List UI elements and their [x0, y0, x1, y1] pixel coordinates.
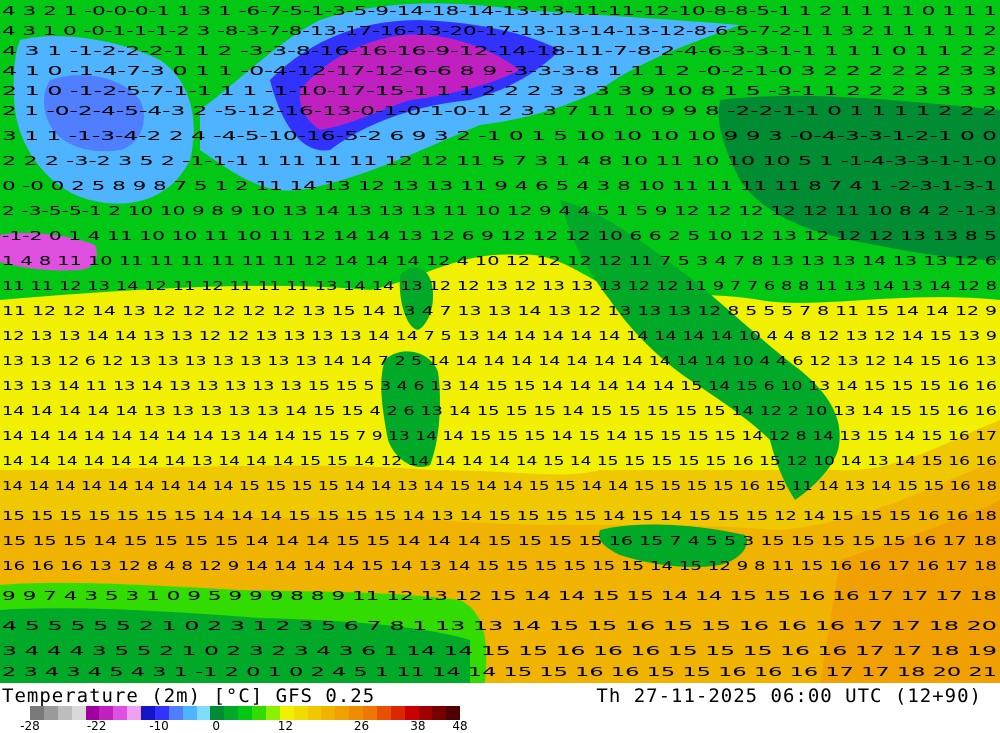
color-swatch — [30, 706, 44, 720]
color-swatch — [265, 706, 280, 720]
value-row: 4 3 1 0 -0-1-1-1-2 3 -8-3-7-8-13-17-16-1… — [2, 24, 997, 38]
scale-label: 48 — [452, 719, 468, 733]
color-swatch — [224, 706, 239, 720]
color-swatch — [127, 706, 141, 720]
value-row: 13 13 12 6 12 13 13 13 13 13 13 13 14 14… — [2, 354, 997, 368]
value-row: 4 1 0 -1-4-7-3 0 1 1 -0-4-12-17-12-6-6 8… — [2, 64, 997, 78]
footer: Temperature (2m) [°C] GFS 0.25 Th 27-11-… — [0, 683, 1000, 733]
forecast-datetime: Th 27-11-2025 06:00 UTC (12+90) — [596, 685, 982, 707]
map-title: Temperature (2m) [°C] GFS 0.25 — [2, 685, 376, 707]
value-row: 3 1 1 -1-3-4-2 2 4 -4-5-10-16-5-2 6 9 3 … — [2, 129, 997, 143]
value-row: 14 14 14 14 14 13 13 13 13 13 14 15 15 4… — [2, 404, 997, 418]
value-row: 0 -0 0 2 5 8 9 8 7 5 1 2 11 14 13 12 13 … — [2, 179, 997, 193]
scale-label: 12 — [277, 719, 294, 733]
value-row: 2 1 0 -1-2-5-7-1-1 1 1 -1-10-17-15-1 1 1… — [2, 84, 997, 98]
color-swatch — [363, 706, 377, 720]
color-swatch — [279, 706, 294, 720]
value-row: 4 5 5 5 5 5 2 1 0 2 3 1 2 3 5 6 7 8 1 13… — [2, 619, 997, 633]
color-swatch — [293, 706, 308, 720]
value-row: 2 3 4 3 4 5 4 3 1 -1 2 0 1 0 2 4 5 1 11 … — [2, 665, 997, 679]
color-swatch — [335, 706, 350, 720]
color-swatch — [321, 706, 336, 720]
temperature-map: 4 3 2 1 -0-0-0-1 1 3 1 -6-7-5-1-3-5-9-14… — [0, 0, 1000, 683]
color-swatch — [71, 706, 86, 720]
color-swatch — [432, 706, 447, 720]
color-swatch — [57, 706, 72, 720]
color-swatch — [252, 706, 266, 720]
color-swatch — [418, 706, 433, 720]
color-scale-labels: -28 -22 -10 0 12 26 38 48 — [0, 719, 1000, 733]
scale-label: 0 — [212, 719, 221, 733]
color-scale — [30, 706, 461, 720]
value-row: 2 1 -0-2-4-5-4-3 2 -5-12-16-13-0-1-0-1-0… — [2, 104, 997, 118]
scale-label: 38 — [410, 719, 426, 733]
scale-label: -22 — [86, 719, 107, 733]
color-swatch — [210, 706, 225, 720]
value-row: 13 13 14 11 13 14 13 13 13 13 13 15 15 5… — [2, 379, 997, 393]
scale-label: 26 — [353, 719, 370, 733]
scale-label: -10 — [149, 719, 169, 733]
color-swatch — [349, 706, 363, 720]
value-row: 14 14 14 14 14 14 14 14 14 15 15 15 15 1… — [2, 479, 997, 493]
color-swatch — [390, 706, 405, 720]
value-row: 15 15 15 14 15 15 15 15 14 14 14 15 15 1… — [2, 534, 997, 548]
value-row: -1-2 0 1 4 11 10 10 11 10 11 12 14 14 13… — [2, 229, 997, 243]
color-swatch — [182, 706, 197, 720]
color-swatch — [196, 706, 211, 720]
color-swatch — [113, 706, 128, 720]
color-swatch — [154, 706, 169, 720]
value-row: 4 3 2 1 -0-0-0-1 1 3 1 -6-7-5-1-3-5-9-14… — [2, 4, 997, 18]
value-row: 2 2 2 -3-2 3 5 2 -1-1-1 1 11 11 11 12 12… — [2, 154, 997, 168]
value-row: 15 15 15 15 15 15 15 14 14 14 15 15 15 1… — [2, 509, 997, 523]
value-row: 3 4 4 4 3 5 5 2 1 0 2 3 2 3 4 3 6 1 14 1… — [2, 644, 997, 658]
color-swatch — [168, 706, 183, 720]
color-swatch — [141, 706, 155, 720]
value-row: 9 9 7 4 3 5 3 1 0 9 5 9 9 9 8 8 9 11 12 … — [2, 589, 997, 603]
color-swatch — [43, 706, 58, 720]
color-swatch — [85, 706, 100, 720]
color-swatch — [446, 706, 461, 720]
color-swatch — [307, 706, 322, 720]
value-row: 11 12 12 14 13 12 12 12 12 12 13 15 14 1… — [2, 304, 997, 318]
color-swatch — [404, 706, 419, 720]
value-row: 12 13 13 14 14 13 13 12 12 13 13 13 13 1… — [2, 329, 997, 343]
value-row: 14 14 14 14 14 14 14 14 13 14 14 15 15 7… — [2, 429, 997, 443]
color-swatch — [376, 706, 391, 720]
color-swatch — [99, 706, 114, 720]
value-row: 2 -3-5-5-1 2 10 10 9 8 9 10 13 14 13 13 … — [2, 204, 997, 218]
value-row: 14 14 14 14 14 14 14 13 14 14 14 15 15 1… — [2, 454, 997, 468]
value-row: 11 11 12 13 14 12 11 12 11 11 11 13 14 1… — [2, 279, 997, 293]
color-swatch — [238, 706, 252, 720]
value-row: 16 16 16 13 12 8 4 8 12 9 14 14 14 14 15… — [2, 559, 997, 573]
value-row: 1 4 8 11 10 11 11 11 11 11 11 12 14 14 1… — [2, 254, 997, 268]
scale-label: -28 — [20, 719, 40, 733]
value-row: 4 3 1 -1-2-2-2-1 1 2 -3-3-8-16-16-16-9-1… — [2, 44, 997, 58]
